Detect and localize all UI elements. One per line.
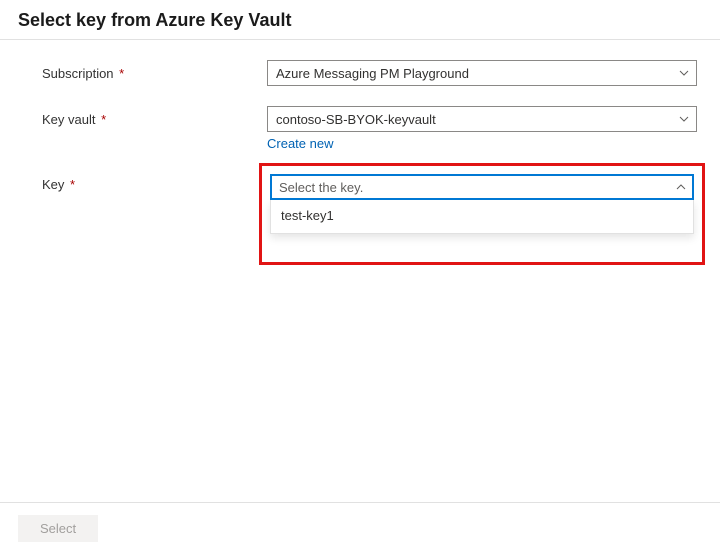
label-subscription: Subscription * (42, 60, 267, 81)
key-vault-value: contoso-SB-BYOK-keyvault (276, 112, 436, 127)
key-dropdown-list: test-key1 (270, 200, 694, 234)
label-key-text: Key (42, 177, 64, 192)
row-subscription: Subscription * Azure Messaging PM Playgr… (42, 60, 702, 86)
footer: Select (0, 502, 720, 554)
label-key: Key * (42, 171, 267, 192)
key-dropdown[interactable]: Select the key. (270, 174, 694, 200)
select-button[interactable]: Select (18, 515, 98, 542)
label-key-vault-text: Key vault (42, 112, 95, 127)
label-key-vault: Key vault * (42, 106, 267, 127)
pane-title: Select key from Azure Key Vault (0, 0, 720, 40)
label-subscription-text: Subscription (42, 66, 114, 81)
key-highlight: Select the key. test-key1 (259, 163, 705, 265)
subscription-dropdown[interactable]: Azure Messaging PM Playground (267, 60, 697, 86)
create-new-link[interactable]: Create new (267, 136, 333, 151)
required-marker: * (116, 66, 125, 81)
chevron-down-icon (678, 113, 690, 125)
subscription-value: Azure Messaging PM Playground (276, 66, 469, 81)
row-key: Key * Select the key. test-key1 (42, 171, 702, 265)
required-marker: * (97, 112, 106, 127)
key-placeholder: Select the key. (279, 180, 363, 195)
chevron-up-icon (675, 181, 687, 193)
key-option[interactable]: test-key1 (271, 200, 693, 233)
chevron-down-icon (678, 67, 690, 79)
required-marker: * (66, 177, 75, 192)
row-key-vault: Key vault * contoso-SB-BYOK-keyvault Cre… (42, 106, 702, 151)
key-vault-dropdown[interactable]: contoso-SB-BYOK-keyvault (267, 106, 697, 132)
